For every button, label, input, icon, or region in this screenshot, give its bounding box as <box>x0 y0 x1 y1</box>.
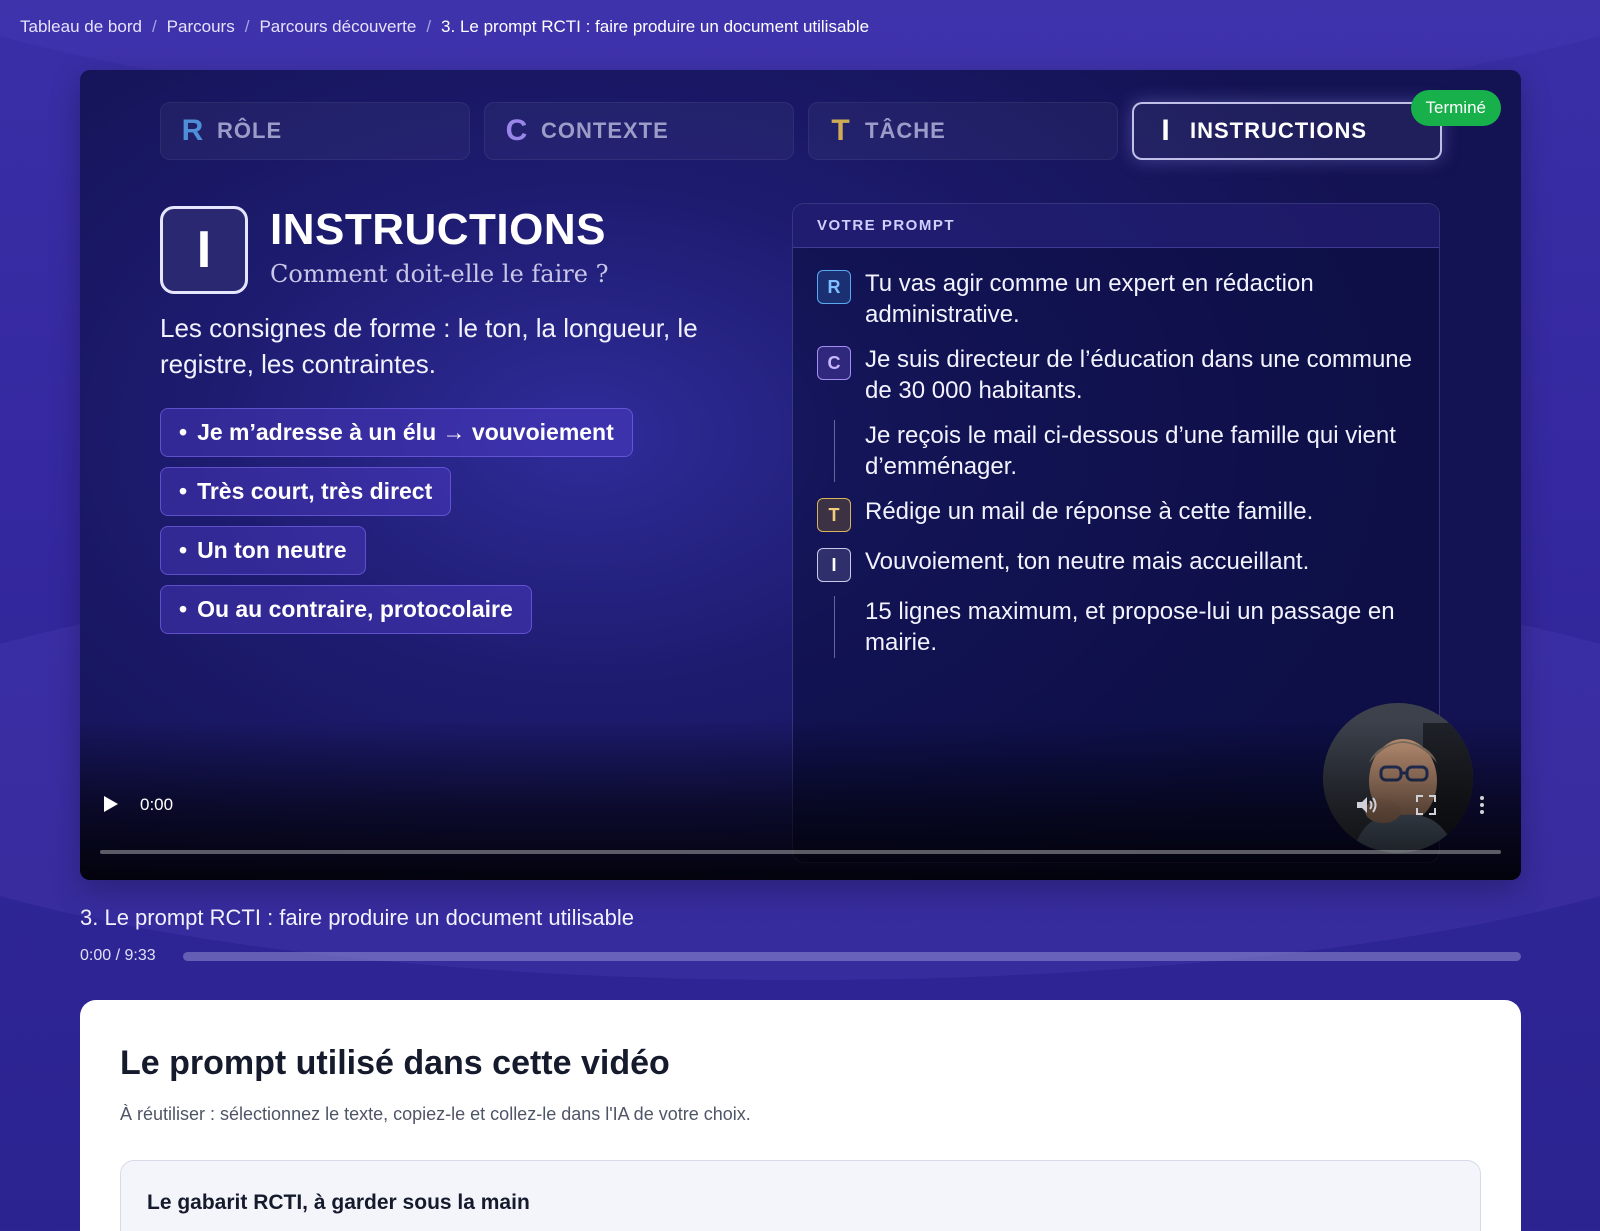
play-icon[interactable] <box>102 794 120 814</box>
prompt-line-tache: T Rédige un mail de réponse à cette fami… <box>817 496 1415 532</box>
tab-tache-letter: T <box>831 114 851 147</box>
instruction-bullet: Très court, très direct <box>160 467 452 516</box>
tab-role-label: RÔLE <box>217 118 283 143</box>
prompt-badge-i: I <box>817 548 851 582</box>
prompt-badge-t: T <box>817 498 851 532</box>
breadcrumb-parcours[interactable]: Parcours <box>167 17 235 37</box>
prompt-rail <box>817 420 851 482</box>
gabarit-title: Le gabarit RCTI, à garder sous la main <box>147 1191 530 1214</box>
prompt-badge-c: C <box>817 346 851 380</box>
card-title: Le prompt utilisé dans cette vidéo <box>120 1044 670 1082</box>
section-title: INSTRUCTIONS <box>270 205 606 254</box>
tab-tache: T TÂCHE <box>808 102 1118 160</box>
status-badge: Terminé <box>1410 90 1501 126</box>
tab-role: R RÔLE <box>160 102 470 160</box>
player-controls-overlay <box>80 720 1521 880</box>
tab-instructions-label: INSTRUCTIONS <box>1190 118 1367 143</box>
gabarit-box: Le gabarit RCTI, à garder sous la main <box>120 1160 1481 1231</box>
instruction-bullets: Je m’adresse à un élu → vouvoiement Très… <box>160 408 633 644</box>
tab-instructions: I INSTRUCTIONS <box>1132 102 1442 160</box>
current-time: 0:00 <box>140 795 174 814</box>
prompt-card: Le prompt utilisé dans cette vidéo À réu… <box>80 1000 1521 1231</box>
prompt-line-contexte: C Je suis directeur de l’éducation dans … <box>817 344 1415 406</box>
prompt-line-instructions: I Vouvoiement, ton neutre mais accueilla… <box>817 546 1415 582</box>
prompt-line-role: R Tu vas agir comme un expert en rédacti… <box>817 268 1415 330</box>
prompt-line-text: Vouvoiement, ton neutre mais accueillant… <box>865 548 1310 575</box>
lesson-progress-bar[interactable] <box>183 952 1521 961</box>
breadcrumb-dashboard[interactable]: Tableau de bord <box>20 17 142 37</box>
breadcrumb-separator: / <box>426 17 432 36</box>
prompt-panel-header: VOTRE PROMPT <box>793 204 1439 248</box>
prompt-line-text: Tu vas agir comme un expert en rédaction… <box>865 270 1314 328</box>
section-description: Les consignes de forme : le ton, la long… <box>160 313 698 379</box>
breadcrumb-parcours-decouverte[interactable]: Parcours découverte <box>259 17 416 37</box>
video-player[interactable]: R RÔLE C CONTEXTE T TÂCHE I INSTRUCTIONS… <box>80 70 1521 880</box>
prompt-rail <box>817 596 851 658</box>
tab-contexte: C CONTEXTE <box>484 102 794 160</box>
tab-instructions-letter: I <box>1161 114 1171 147</box>
prompt-line-text: 15 lignes maximum, et propose-lui un pas… <box>865 598 1395 656</box>
instruction-bullet: Un ton neutre <box>160 526 366 575</box>
tab-contexte-label: CONTEXTE <box>541 118 669 143</box>
section-letter-box: I <box>160 206 248 294</box>
lesson-title: 3. Le prompt RCTI : faire produire un do… <box>80 905 634 930</box>
prompt-line-text: Je suis directeur de l’éducation dans un… <box>865 346 1412 404</box>
fullscreen-icon[interactable] <box>1415 794 1437 816</box>
volume-icon[interactable] <box>1355 794 1379 816</box>
breadcrumb-current: 3. Le prompt RCTI : faire produire un do… <box>441 17 870 36</box>
more-vertical-icon[interactable] <box>1477 794 1487 816</box>
tab-contexte-letter: C <box>505 114 529 147</box>
lesson-time: 0:00 / 9:33 <box>80 947 156 964</box>
tab-tache-label: TÂCHE <box>865 118 946 143</box>
prompt-line-text: Rédige un mail de réponse à cette famill… <box>865 498 1314 525</box>
breadcrumb-separator: / <box>151 17 157 36</box>
video-seek-bar[interactable] <box>100 850 1501 854</box>
section-subtitle: Comment doit-elle le faire ? <box>270 260 609 288</box>
rcti-tabs: R RÔLE C CONTEXTE T TÂCHE I INSTRUCTIONS <box>160 102 1442 160</box>
prompt-line-instructions-continued: 15 lignes maximum, et propose-lui un pas… <box>817 596 1415 658</box>
instruction-bullet: Je m’adresse à un élu → vouvoiement <box>160 408 633 457</box>
card-subtitle: À réutiliser : sélectionnez le texte, co… <box>120 1104 751 1124</box>
prompt-badge-r: R <box>817 270 851 304</box>
breadcrumb: Tableau de bord / Parcours / Parcours dé… <box>20 17 869 37</box>
tab-role-letter: R <box>181 114 205 147</box>
prompt-line-text: Je reçois le mail ci-dessous d’une famil… <box>865 422 1396 480</box>
instruction-bullet: Ou au contraire, protocolaire <box>160 585 532 634</box>
prompt-line-contexte-continued: Je reçois le mail ci-dessous d’une famil… <box>817 420 1415 482</box>
breadcrumb-separator: / <box>244 17 250 36</box>
